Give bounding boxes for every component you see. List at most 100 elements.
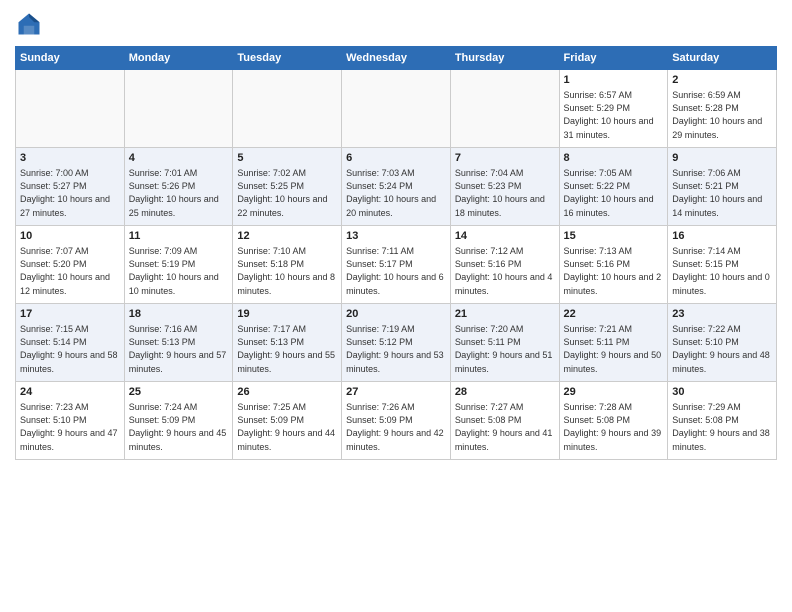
day-number: 15 [564,229,664,244]
calendar-cell: 24Sunrise: 7:23 AM Sunset: 5:10 PM Dayli… [16,382,125,460]
day-info: Sunrise: 7:06 AM Sunset: 5:21 PM Dayligh… [672,167,772,219]
day-info: Sunrise: 7:20 AM Sunset: 5:11 PM Dayligh… [455,323,555,375]
calendar-cell: 7Sunrise: 7:04 AM Sunset: 5:23 PM Daylig… [450,148,559,226]
day-info: Sunrise: 7:04 AM Sunset: 5:23 PM Dayligh… [455,167,555,219]
day-header-saturday: Saturday [668,47,777,70]
calendar-cell: 10Sunrise: 7:07 AM Sunset: 5:20 PM Dayli… [16,226,125,304]
day-number: 30 [672,385,772,400]
day-info: Sunrise: 6:59 AM Sunset: 5:28 PM Dayligh… [672,89,772,141]
day-info: Sunrise: 7:28 AM Sunset: 5:08 PM Dayligh… [564,401,664,453]
calendar-cell: 15Sunrise: 7:13 AM Sunset: 5:16 PM Dayli… [559,226,668,304]
day-number: 14 [455,229,555,244]
calendar-week-row: 3Sunrise: 7:00 AM Sunset: 5:27 PM Daylig… [16,148,777,226]
day-number: 24 [20,385,120,400]
day-number: 27 [346,385,446,400]
day-info: Sunrise: 7:09 AM Sunset: 5:19 PM Dayligh… [129,245,229,297]
day-info: Sunrise: 7:23 AM Sunset: 5:10 PM Dayligh… [20,401,120,453]
calendar-cell [342,70,451,148]
day-number: 9 [672,151,772,166]
calendar-cell: 6Sunrise: 7:03 AM Sunset: 5:24 PM Daylig… [342,148,451,226]
calendar-cell: 20Sunrise: 7:19 AM Sunset: 5:12 PM Dayli… [342,304,451,382]
day-number: 29 [564,385,664,400]
calendar-week-row: 24Sunrise: 7:23 AM Sunset: 5:10 PM Dayli… [16,382,777,460]
calendar-header-row: SundayMondayTuesdayWednesdayThursdayFrid… [16,47,777,70]
calendar-week-row: 1Sunrise: 6:57 AM Sunset: 5:29 PM Daylig… [16,70,777,148]
day-info: Sunrise: 7:11 AM Sunset: 5:17 PM Dayligh… [346,245,446,297]
logo [15,10,47,38]
calendar-cell: 12Sunrise: 7:10 AM Sunset: 5:18 PM Dayli… [233,226,342,304]
day-info: Sunrise: 7:03 AM Sunset: 5:24 PM Dayligh… [346,167,446,219]
day-info: Sunrise: 7:27 AM Sunset: 5:08 PM Dayligh… [455,401,555,453]
day-number: 16 [672,229,772,244]
day-info: Sunrise: 6:57 AM Sunset: 5:29 PM Dayligh… [564,89,664,141]
day-number: 2 [672,73,772,88]
day-info: Sunrise: 7:05 AM Sunset: 5:22 PM Dayligh… [564,167,664,219]
calendar-cell: 28Sunrise: 7:27 AM Sunset: 5:08 PM Dayli… [450,382,559,460]
calendar-cell: 26Sunrise: 7:25 AM Sunset: 5:09 PM Dayli… [233,382,342,460]
calendar-cell: 23Sunrise: 7:22 AM Sunset: 5:10 PM Dayli… [668,304,777,382]
day-info: Sunrise: 7:25 AM Sunset: 5:09 PM Dayligh… [237,401,337,453]
calendar-table: SundayMondayTuesdayWednesdayThursdayFrid… [15,46,777,460]
day-number: 17 [20,307,120,322]
day-info: Sunrise: 7:21 AM Sunset: 5:11 PM Dayligh… [564,323,664,375]
calendar-cell: 3Sunrise: 7:00 AM Sunset: 5:27 PM Daylig… [16,148,125,226]
day-info: Sunrise: 7:17 AM Sunset: 5:13 PM Dayligh… [237,323,337,375]
day-info: Sunrise: 7:00 AM Sunset: 5:27 PM Dayligh… [20,167,120,219]
day-info: Sunrise: 7:22 AM Sunset: 5:10 PM Dayligh… [672,323,772,375]
calendar-cell: 27Sunrise: 7:26 AM Sunset: 5:09 PM Dayli… [342,382,451,460]
day-number: 21 [455,307,555,322]
calendar-cell: 25Sunrise: 7:24 AM Sunset: 5:09 PM Dayli… [124,382,233,460]
day-info: Sunrise: 7:24 AM Sunset: 5:09 PM Dayligh… [129,401,229,453]
day-info: Sunrise: 7:15 AM Sunset: 5:14 PM Dayligh… [20,323,120,375]
day-number: 22 [564,307,664,322]
day-number: 18 [129,307,229,322]
day-header-thursday: Thursday [450,47,559,70]
day-info: Sunrise: 7:19 AM Sunset: 5:12 PM Dayligh… [346,323,446,375]
page: SundayMondayTuesdayWednesdayThursdayFrid… [0,0,792,612]
calendar-cell: 9Sunrise: 7:06 AM Sunset: 5:21 PM Daylig… [668,148,777,226]
calendar-cell [450,70,559,148]
day-info: Sunrise: 7:02 AM Sunset: 5:25 PM Dayligh… [237,167,337,219]
calendar-cell: 11Sunrise: 7:09 AM Sunset: 5:19 PM Dayli… [124,226,233,304]
calendar-cell: 22Sunrise: 7:21 AM Sunset: 5:11 PM Dayli… [559,304,668,382]
calendar-cell [124,70,233,148]
logo-icon [15,10,43,38]
day-number: 6 [346,151,446,166]
day-number: 3 [20,151,120,166]
day-info: Sunrise: 7:13 AM Sunset: 5:16 PM Dayligh… [564,245,664,297]
calendar-cell: 19Sunrise: 7:17 AM Sunset: 5:13 PM Dayli… [233,304,342,382]
day-number: 10 [20,229,120,244]
calendar-cell [233,70,342,148]
day-number: 25 [129,385,229,400]
day-info: Sunrise: 7:16 AM Sunset: 5:13 PM Dayligh… [129,323,229,375]
day-number: 23 [672,307,772,322]
calendar-cell: 5Sunrise: 7:02 AM Sunset: 5:25 PM Daylig… [233,148,342,226]
day-number: 8 [564,151,664,166]
calendar-cell: 30Sunrise: 7:29 AM Sunset: 5:08 PM Dayli… [668,382,777,460]
day-number: 4 [129,151,229,166]
calendar-cell: 1Sunrise: 6:57 AM Sunset: 5:29 PM Daylig… [559,70,668,148]
day-number: 28 [455,385,555,400]
day-number: 1 [564,73,664,88]
day-number: 19 [237,307,337,322]
calendar-week-row: 17Sunrise: 7:15 AM Sunset: 5:14 PM Dayli… [16,304,777,382]
calendar-cell: 14Sunrise: 7:12 AM Sunset: 5:16 PM Dayli… [450,226,559,304]
calendar-cell: 21Sunrise: 7:20 AM Sunset: 5:11 PM Dayli… [450,304,559,382]
day-header-sunday: Sunday [16,47,125,70]
day-header-monday: Monday [124,47,233,70]
calendar-cell: 13Sunrise: 7:11 AM Sunset: 5:17 PM Dayli… [342,226,451,304]
calendar-cell: 4Sunrise: 7:01 AM Sunset: 5:26 PM Daylig… [124,148,233,226]
day-header-tuesday: Tuesday [233,47,342,70]
calendar-cell [16,70,125,148]
day-number: 5 [237,151,337,166]
day-info: Sunrise: 7:12 AM Sunset: 5:16 PM Dayligh… [455,245,555,297]
day-number: 20 [346,307,446,322]
day-number: 26 [237,385,337,400]
calendar-cell: 8Sunrise: 7:05 AM Sunset: 5:22 PM Daylig… [559,148,668,226]
calendar-cell: 18Sunrise: 7:16 AM Sunset: 5:13 PM Dayli… [124,304,233,382]
day-header-wednesday: Wednesday [342,47,451,70]
calendar-cell: 2Sunrise: 6:59 AM Sunset: 5:28 PM Daylig… [668,70,777,148]
calendar-cell: 17Sunrise: 7:15 AM Sunset: 5:14 PM Dayli… [16,304,125,382]
calendar-cell: 16Sunrise: 7:14 AM Sunset: 5:15 PM Dayli… [668,226,777,304]
day-number: 7 [455,151,555,166]
